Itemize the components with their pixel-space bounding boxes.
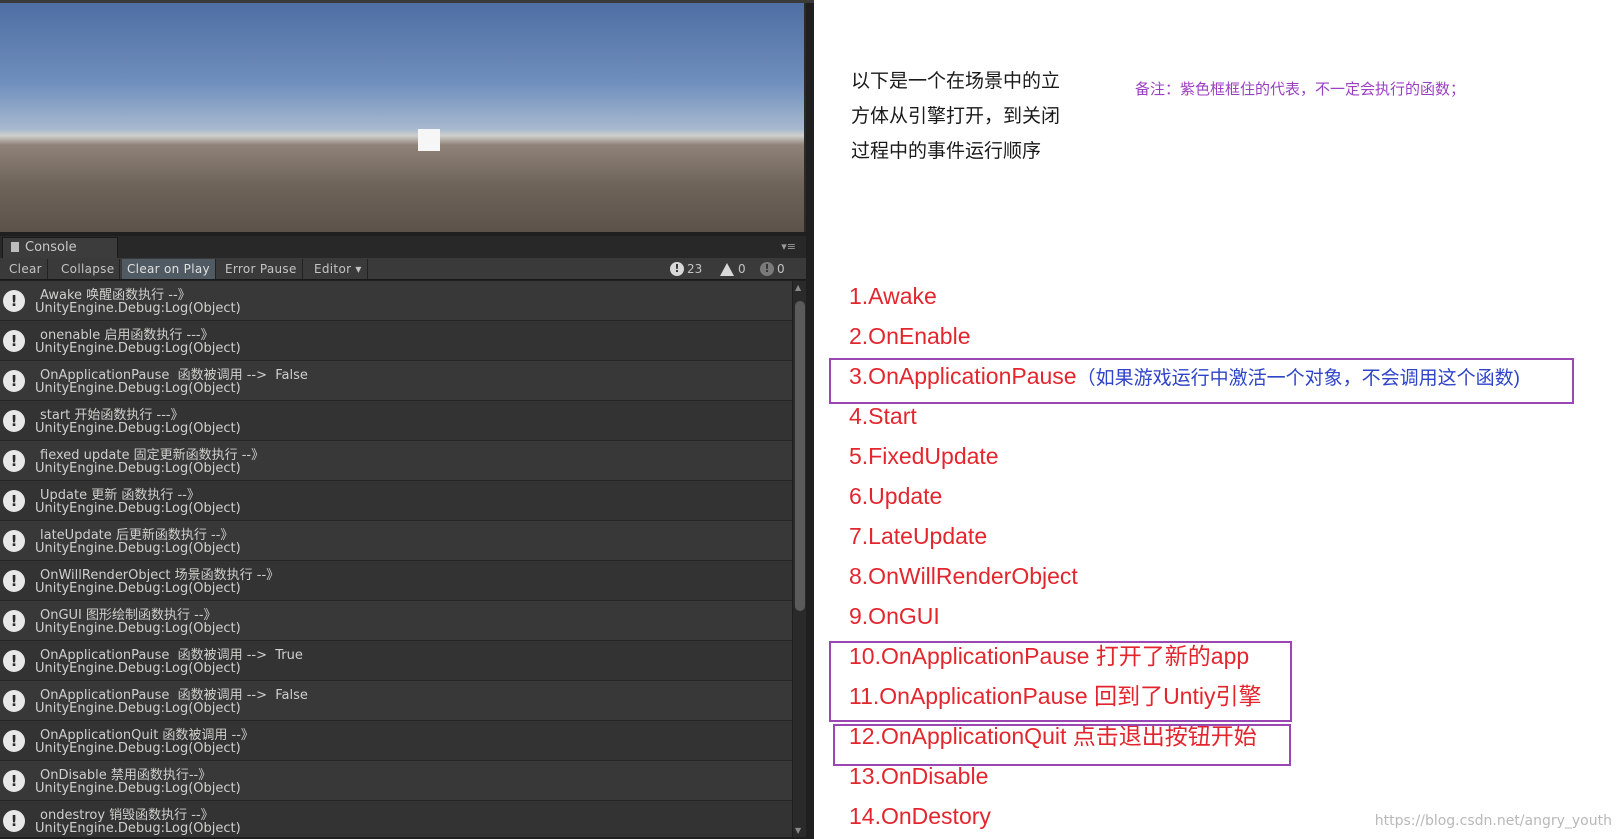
info-count-toggle[interactable]: ! 23 xyxy=(670,259,702,279)
error-count-toggle[interactable]: ! 0 xyxy=(760,259,785,279)
log-entry[interactable]: ! ondestroy 销毁函数执行 --》 UnityEngine.Debug:L… xyxy=(0,801,792,837)
sequence-item: 5.FixedUpdate xyxy=(849,440,999,472)
log-entry[interactable]: ! OnApplicationPause 函数被调用 --> True UnityE… xyxy=(0,641,792,681)
log-stacktrace: UnityEngine.Debug:Log(Object) xyxy=(35,461,241,476)
sequence-item-text: 8.OnWillRenderObject xyxy=(849,563,1078,589)
log-entry[interactable]: ! OnWillRenderObject 场景函数执行 --》 UnityEngin… xyxy=(0,561,792,601)
log-entry[interactable]: ! fiexed update 固定更新函数执行 --》 UnityEngine.D… xyxy=(0,441,792,481)
sequence-item-text: 14.OnDestory xyxy=(849,803,991,829)
sequence-item-text: 6.Update xyxy=(849,483,943,509)
remark-text: 备注：紫色框框住的代表，不一定会执行的函数； xyxy=(1135,80,1466,98)
scene-cube[interactable] xyxy=(418,129,440,151)
log-stacktrace: UnityEngine.Debug:Log(Object) xyxy=(35,701,241,716)
info-icon: ! xyxy=(3,290,25,312)
collapse-button[interactable]: Collapse xyxy=(56,259,121,279)
console-scrollbar[interactable]: ▲ ▼ xyxy=(792,281,806,837)
optional-box-2 xyxy=(829,641,1292,722)
sequence-item-text: 7.LateUpdate xyxy=(849,523,988,549)
info-icon: ! xyxy=(3,770,25,792)
error-count: 0 xyxy=(777,262,785,276)
log-stacktrace: UnityEngine.Debug:Log(Object) xyxy=(35,741,241,756)
console-icon xyxy=(11,242,19,252)
log-entry[interactable]: ! lateUpdate 后更新函数执行 --》 UnityEngine.Debug… xyxy=(0,521,792,561)
scroll-thumb[interactable] xyxy=(795,301,805,611)
info-icon: ! xyxy=(3,450,25,472)
unity-editor: Console ▾≡ Clear Collapse Clear on Play … xyxy=(0,0,814,839)
sequence-item-text: 1.Awake xyxy=(849,283,937,309)
scroll-down-icon[interactable]: ▼ xyxy=(795,826,801,835)
log-entry[interactable]: ! OnApplicationPause 函数被调用 --> False Unity… xyxy=(0,681,792,721)
info-icon: ! xyxy=(3,650,25,672)
log-stacktrace: UnityEngine.Debug:Log(Object) xyxy=(35,661,241,676)
clear-button[interactable]: Clear xyxy=(4,259,48,279)
warning-icon xyxy=(720,262,734,276)
intro-text: 以下是一个在场景中的立方体从引擎打开，到关闭过程中的事件运行顺序 xyxy=(851,70,1061,162)
log-entry[interactable]: ! OnGUI 图形绘制函数执行 --》 UnityEngine.Debug:Log… xyxy=(0,601,792,641)
scene-view[interactable] xyxy=(0,3,806,232)
console-toolbar: Clear Collapse Clear on Play Error Pause… xyxy=(0,258,806,280)
log-stacktrace: UnityEngine.Debug:Log(Object) xyxy=(35,581,241,596)
log-entry[interactable]: ! OnApplicationPause 函数被调用 --> False Unity… xyxy=(0,361,792,401)
warning-count: 0 xyxy=(738,262,746,276)
optional-box-1 xyxy=(829,358,1574,404)
sequence-item-text: 9.OnGUI xyxy=(849,603,940,629)
log-stacktrace: UnityEngine.Debug:Log(Object) xyxy=(35,541,241,556)
clear-on-play-button[interactable]: Clear on Play xyxy=(122,259,216,279)
info-icon: ! xyxy=(670,262,684,276)
info-icon: ! xyxy=(3,530,25,552)
info-icon: ! xyxy=(3,810,25,832)
log-stacktrace: UnityEngine.Debug:Log(Object) xyxy=(35,421,241,436)
error-pause-button[interactable]: Error Pause xyxy=(220,259,303,279)
sequence-item: 9.OnGUI xyxy=(849,600,940,632)
watermark: https://blog.csdn.net/angry_youth xyxy=(1374,813,1612,829)
console-tab-label: Console xyxy=(25,240,77,255)
log-stacktrace: UnityEngine.Debug:Log(Object) xyxy=(35,381,241,396)
info-icon: ! xyxy=(3,370,25,392)
sequence-item-text: 13.OnDisable xyxy=(849,763,989,789)
warning-count-toggle[interactable]: 0 xyxy=(720,259,746,279)
console-menu-icon[interactable]: ▾≡ xyxy=(781,240,796,253)
optional-box-3 xyxy=(833,724,1291,766)
sequence-item-text: 2.OnEnable xyxy=(849,323,971,349)
info-icon: ! xyxy=(3,570,25,592)
log-entry[interactable]: ! onenable 启用函数执行 ---》 UnityEngine.Debug:L… xyxy=(0,321,792,361)
sequence-item: 8.OnWillRenderObject xyxy=(849,560,1078,592)
sequence-item-text: 5.FixedUpdate xyxy=(849,443,999,469)
tab-console[interactable]: Console xyxy=(2,237,118,258)
log-entry[interactable]: ! OnApplicationQuit 函数被调用 --》 UnityEngine.… xyxy=(0,721,792,761)
sequence-item: 1.Awake xyxy=(849,280,937,312)
info-icon: ! xyxy=(3,490,25,512)
console-tabbar: Console ▾≡ xyxy=(0,236,806,258)
log-entry[interactable]: ! Awake 唤醒函数执行 --》 UnityEngine.Debug:Log(O… xyxy=(0,281,792,321)
log-stacktrace: UnityEngine.Debug:Log(Object) xyxy=(35,501,241,516)
info-icon: ! xyxy=(3,330,25,352)
editor-dropdown[interactable]: Editor ▾ xyxy=(309,259,368,279)
info-icon: ! xyxy=(3,610,25,632)
console-log-list[interactable]: ! Awake 唤醒函数执行 --》 UnityEngine.Debug:Log(O… xyxy=(0,281,792,837)
info-count: 23 xyxy=(687,262,703,276)
log-entry[interactable]: ! Update 更新 函数执行 --》 UnityEngine.Debug:Log… xyxy=(0,481,792,521)
log-stacktrace: UnityEngine.Debug:Log(Object) xyxy=(35,301,241,316)
log-stacktrace: UnityEngine.Debug:Log(Object) xyxy=(35,621,241,636)
sequence-item: 14.OnDestory xyxy=(849,800,991,832)
log-stacktrace: UnityEngine.Debug:Log(Object) xyxy=(35,781,241,796)
info-icon: ! xyxy=(3,730,25,752)
sequence-item: 6.Update xyxy=(849,480,942,512)
log-entry[interactable]: ! start 开始函数执行 ---》 UnityEngine.Debug:Log(… xyxy=(0,401,792,441)
info-icon: ! xyxy=(3,410,25,432)
info-icon: ! xyxy=(3,690,25,712)
sequence-item: 4.Start xyxy=(849,400,917,432)
sequence-item: 2.OnEnable xyxy=(849,320,970,352)
sequence-item: 7.LateUpdate xyxy=(849,520,987,552)
scroll-up-icon[interactable]: ▲ xyxy=(795,283,801,292)
log-stacktrace: UnityEngine.Debug:Log(Object) xyxy=(35,341,241,356)
log-entry[interactable]: ! OnDisable 禁用函数执行--》 UnityEngine.Debug:Lo… xyxy=(0,761,792,801)
log-stacktrace: UnityEngine.Debug:Log(Object) xyxy=(35,821,241,836)
sequence-item-text: 4.Start xyxy=(849,403,917,429)
error-icon: ! xyxy=(760,262,774,276)
